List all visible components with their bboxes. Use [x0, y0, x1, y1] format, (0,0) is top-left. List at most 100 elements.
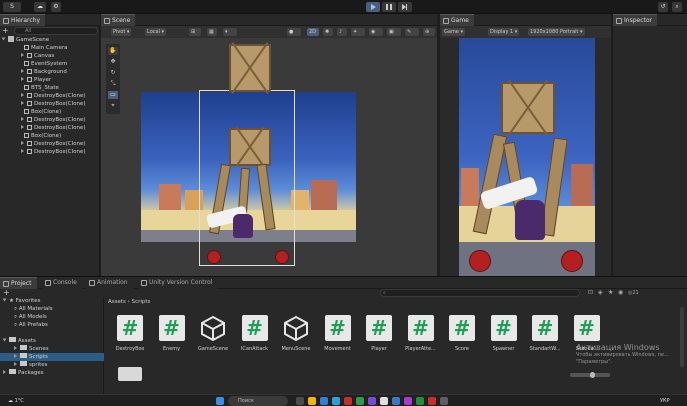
rect-tool-icon[interactable]: ▭ — [108, 91, 118, 99]
pause-button[interactable] — [382, 2, 396, 12]
tab-game[interactable]: Game — [440, 14, 474, 26]
attack-button[interactable] — [469, 250, 491, 272]
taskbar-search-input[interactable]: Поиск — [228, 396, 288, 406]
resolution-dropdown[interactable]: 1920x1080 Portrait ▾ — [528, 28, 585, 36]
game-view[interactable] — [459, 38, 595, 276]
file-icon[interactable] — [118, 367, 142, 381]
player-sprite[interactable] — [233, 214, 253, 238]
script-asset[interactable]: Spawner — [484, 315, 524, 361]
chevron-right-icon[interactable] — [21, 101, 24, 105]
hierarchy-item[interactable]: Canvas — [21, 52, 54, 60]
favorites-row[interactable]: ★ Favorites — [2, 297, 41, 305]
scale-tool-icon[interactable]: ⤡ — [108, 80, 118, 88]
hierarchy-item[interactable]: Box(Clone) — [24, 108, 61, 116]
script-asset[interactable]: Player — [359, 315, 399, 361]
chevron-down-icon[interactable] — [1, 37, 6, 41]
gizmos-icon[interactable]: ⊕ — [423, 28, 435, 36]
weather-widget[interactable]: ☁ 1°C — [8, 396, 38, 406]
script-asset[interactable]: Movement — [318, 315, 358, 361]
crate-sprite[interactable] — [229, 44, 271, 92]
scene-asset[interactable]: GameScene — [193, 315, 233, 361]
visibility-icon[interactable]: ◉ — [618, 289, 624, 297]
visibility-icon[interactable]: ◉ — [369, 28, 383, 36]
chevron-right-icon[interactable] — [21, 149, 24, 153]
script-asset[interactable]: PlayerAtte... — [401, 315, 441, 361]
crate-sprite[interactable] — [229, 128, 271, 166]
chevron-right-icon[interactable] — [21, 77, 24, 81]
local-dropdown[interactable]: Local ▾ — [145, 28, 167, 36]
hierarchy-item[interactable]: DestroyBox(Clone) — [21, 100, 86, 108]
folder-item-selected[interactable]: Scripts — [0, 353, 104, 361]
chevron-right-icon[interactable] — [21, 141, 24, 145]
add-icon[interactable]: + — [3, 289, 11, 297]
chevron-right-icon[interactable] — [21, 125, 24, 129]
star-icon[interactable]: ★ — [608, 289, 614, 297]
mode-2d-toggle[interactable]: 2D — [307, 28, 319, 36]
history-icon[interactable]: ↺ — [658, 2, 668, 12]
edge-icon[interactable] — [320, 397, 328, 405]
hierarchy-item[interactable]: DestroyBox(Clone) — [21, 124, 86, 132]
increment-snap-icon[interactable]: ▾ — [223, 28, 237, 36]
tab-hierarchy[interactable]: Hierarchy — [0, 14, 46, 26]
store-icon[interactable] — [332, 397, 340, 405]
hierarchy-item[interactable]: BTS_State — [24, 84, 59, 92]
game-mode-dropdown[interactable]: Game ▾ — [442, 28, 465, 36]
folder-item[interactable]: sprites — [14, 361, 48, 369]
windows-start-icon[interactable] — [216, 397, 224, 405]
cloud-icon[interactable]: ☁ — [34, 2, 46, 12]
file-explorer-icon[interactable] — [308, 397, 316, 405]
chevron-right-icon[interactable] — [21, 93, 24, 97]
transform-tool-icon[interactable]: ⌖ — [108, 102, 118, 110]
favorite-item[interactable]: ⌕ All Materials — [14, 305, 53, 313]
snap-icon[interactable]: ⊞ — [189, 28, 201, 36]
app-icon[interactable] — [356, 397, 364, 405]
app-icon[interactable] — [416, 397, 424, 405]
hierarchy-item[interactable]: DestroyBox(Clone) — [21, 140, 86, 148]
assets-row[interactable]: Assets — [2, 337, 36, 345]
hierarchy-item[interactable]: Background — [21, 68, 67, 76]
app-icon[interactable] — [404, 397, 412, 405]
hierarchy-search-input[interactable]: All — [14, 27, 98, 35]
add-icon[interactable]: + — [2, 27, 10, 35]
app-icon[interactable] — [440, 397, 448, 405]
favorite-item[interactable]: ⌕ All Prefabs — [14, 321, 48, 329]
gear-icon[interactable]: ⚙ — [51, 2, 61, 12]
script-asset[interactable]: Score — [442, 315, 482, 361]
move-tool-icon[interactable]: ✥ — [108, 58, 118, 66]
hierarchy-item[interactable]: Main Camera — [24, 44, 67, 52]
shading-mode-icon[interactable]: ● — [287, 28, 301, 36]
packages-row[interactable]: Packages — [3, 369, 44, 377]
tab-scene[interactable]: Scene — [101, 14, 136, 26]
step-button[interactable] — [398, 2, 412, 12]
effects-icon[interactable]: ✦ — [351, 28, 365, 36]
sword-button[interactable] — [561, 250, 583, 272]
hierarchy-item[interactable]: DestroyBox(Clone) — [21, 116, 86, 124]
script-asset[interactable]: StandartW... — [525, 315, 565, 361]
display-dropdown[interactable]: Display 1 ▾ — [488, 28, 520, 36]
rotate-tool-icon[interactable]: ↻ — [108, 69, 118, 77]
search-icon[interactable]: ⌕ — [672, 2, 682, 12]
grid-snap-icon[interactable]: ▦ — [207, 28, 217, 36]
language-indicator[interactable]: УКР — [660, 396, 684, 406]
audio-icon[interactable]: ♪ — [337, 28, 347, 36]
account-button[interactable]: S — [3, 2, 21, 12]
hierarchy-item[interactable]: DestroyBox(Clone) — [21, 92, 86, 100]
app-icon[interactable] — [344, 397, 352, 405]
script-asset[interactable]: Enemy — [152, 315, 192, 361]
scene-root-row[interactable]: GameScene — [1, 36, 49, 44]
chevron-right-icon[interactable] — [21, 53, 24, 57]
favorite-item[interactable]: ⌕ All Models — [14, 313, 47, 321]
hierarchy-item[interactable]: Box(Clone) — [24, 132, 61, 140]
chevron-right-icon[interactable] — [21, 69, 24, 73]
tools-icon[interactable]: ✎ — [405, 28, 419, 36]
script-asset[interactable]: ICanAttack — [235, 315, 275, 361]
pivot-dropdown[interactable]: Pivot ▾ — [111, 28, 132, 36]
zoom-slider[interactable] — [570, 372, 610, 378]
hand-tool-icon[interactable]: ✋ — [108, 47, 118, 55]
folder-item[interactable]: Scenes — [14, 345, 49, 353]
attack-button-sprite[interactable] — [207, 250, 221, 264]
hierarchy-item[interactable]: EventSystem — [24, 60, 67, 68]
scene-asset[interactable]: MenuScene — [276, 315, 316, 361]
lighting-icon[interactable]: ✺ — [323, 28, 333, 36]
chevron-right-icon[interactable] — [21, 117, 24, 121]
